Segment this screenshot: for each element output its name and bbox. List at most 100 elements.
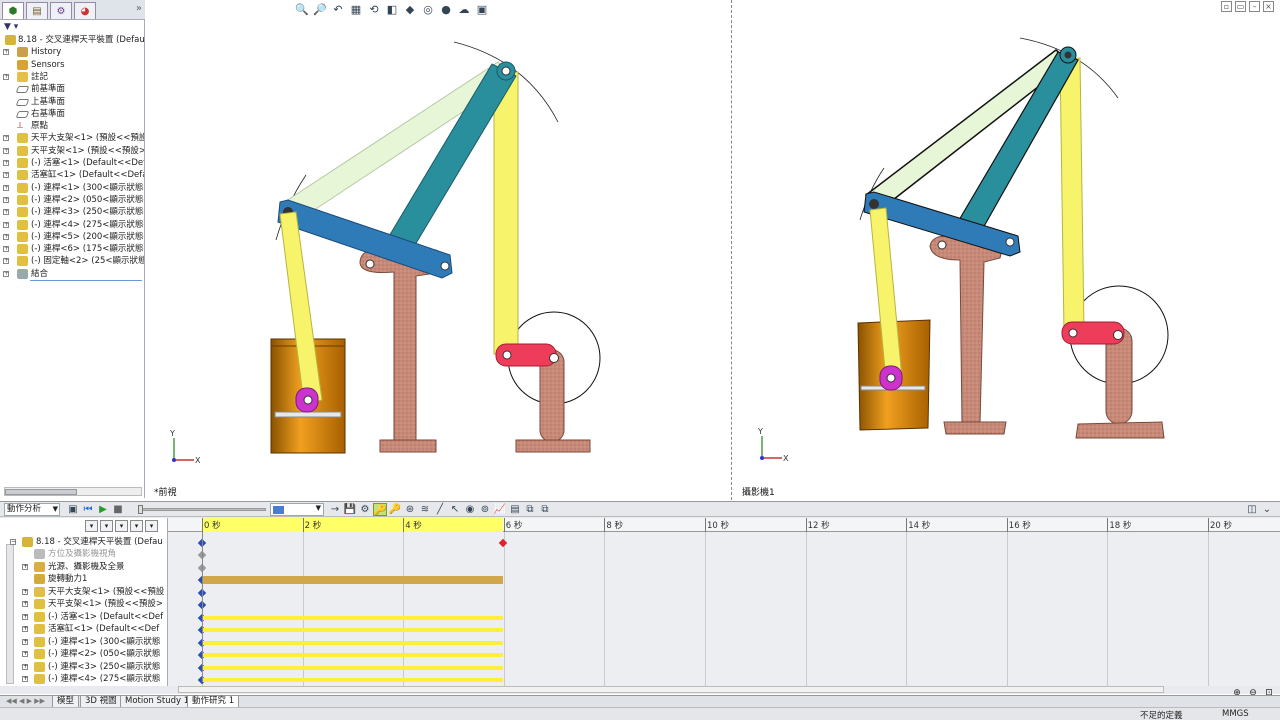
expand-icon[interactable]: + [22,613,28,620]
expand-icon[interactable]: + [22,675,28,682]
expand-icon[interactable]: + [22,663,28,670]
study-properties-icon[interactable]: ▤ [508,503,522,516]
expand-icon[interactable]: + [22,626,28,633]
motion-tree-item[interactable]: 旋轉動力1 [0,573,167,585]
apply-scene-icon[interactable]: ☁ [456,2,472,18]
motion-tree-item[interactable]: 方位及攝影機視角 [0,548,167,560]
first-tab-icon[interactable]: ◀◀ ◀ ▶ ▶▶ [6,697,45,705]
expand-icon[interactable]: + [3,270,9,277]
study-type-select[interactable]: 動作分析 ▼ [4,503,60,516]
save-animation-icon[interactable]: 💾 [343,503,357,516]
feature-tree-item[interactable]: + (-) 連桿<2> (050<顯示狀態-3 [0,194,144,206]
expand-icon[interactable]: + [3,246,9,253]
feature-tree-scrollbar[interactable] [4,487,142,496]
feature-tree-item[interactable]: Sensors [0,59,144,71]
feature-tree-item[interactable]: + (-) 活塞<1> (Default<<Defau [0,157,144,169]
feature-tree-item[interactable]: + 結合 [0,268,144,280]
playback-slider[interactable] [138,505,266,514]
contact-icon[interactable]: ◉ [463,503,477,516]
feature-tree-item[interactable]: 上基準面 [0,96,144,108]
motion-tree-item[interactable]: + (-) 連桿<2> (050<顯示狀態 [0,648,167,660]
motion-tree-item[interactable]: + (-) 連桿<3> (250<顯示狀態 [0,661,167,673]
play-icon[interactable]: ▶ [96,503,110,516]
component-timeline-bar[interactable] [202,653,503,658]
expand-icon[interactable]: + [3,49,9,56]
units-select[interactable]: MMGS [1222,709,1249,719]
feature-tree-item[interactable]: + 活塞缸<1> (Default<<Defau [0,169,144,181]
motion-tree-item[interactable]: + 天平大支架<1> (預設<<預設 [0,586,167,598]
component-timeline-bar[interactable] [202,677,503,682]
feature-tree-item[interactable]: + History [0,46,144,58]
expand-icon[interactable]: + [22,588,28,595]
feature-tree-item[interactable]: 前基準面 [0,83,144,95]
expand-icon[interactable]: + [3,160,9,166]
force-icon[interactable]: ↖ [448,503,462,516]
expand-icon[interactable]: + [3,184,9,191]
expand-icon[interactable]: + [3,135,9,142]
playback-mode-icon[interactable]: → [328,503,342,516]
filter-selected-icon[interactable]: ▾ [115,520,128,532]
motor-timeline-bar[interactable] [202,576,503,585]
feature-tree-item[interactable]: + 天平大支架<1> (預設<<預設 [0,132,144,144]
motion-tree-item[interactable]: + (-) 活塞<1> (Default<<Def [0,611,167,623]
motion-tree-item[interactable]: + (-) 連桿<4> (275<顯示狀態 [0,673,167,685]
feature-tree-item[interactable]: + 天平支架<1> (預設<<預設>_ [0,145,144,157]
expand-icon[interactable]: − [10,539,16,545]
feature-tree-item[interactable]: 8.18 - 交叉連桿天平裝置 (Default [0,34,144,46]
expand-panel-icon[interactable]: » [136,3,142,14]
autofit-icon[interactable]: ▾ [145,520,158,532]
expand-icon[interactable]: + [22,638,28,645]
motion-tree-item[interactable]: + (-) 連桿<1> (300<顯示狀態 [0,636,167,648]
filter-icon[interactable]: ▼ ▾ [4,22,18,32]
tile-icon[interactable]: ▭ [1235,1,1246,12]
timeline[interactable]: 0 秒2 秒4 秒6 秒8 秒 10 秒 12 秒 14 秒 16 秒 18 秒 20 秒 … [168,518,1280,698]
edit-appearance-icon[interactable]: ● [438,2,454,18]
restore-icon[interactable]: ▫ [1221,1,1232,12]
zoom-to-area-icon[interactable]: 🔎 [312,2,328,18]
section-view-icon[interactable]: ▦ [348,2,364,18]
viewport-front[interactable]: Y X 🔍 🔎 ↶ ▦ ⟲ ◧ ◆ ◎ ● ☁ ▣ *前視 [146,0,732,500]
add-key-icon[interactable]: 🔑 [388,503,402,516]
end-time-key[interactable] [498,538,508,548]
filter-results-icon[interactable]: ▾ [130,520,143,532]
animation-wizard-icon[interactable]: ⚙ [358,503,372,516]
collapse-icon[interactable]: ⧉ [523,503,537,516]
feature-tree-item[interactable]: + (-) 連桿<5> (200<顯示狀態-9 [0,231,144,243]
autokey-icon[interactable]: 🔑 [373,503,387,516]
expand-icon[interactable]: + [3,73,9,80]
expand-icon[interactable]: + [3,221,9,228]
zoom-to-fit-icon[interactable]: 🔍 [294,2,310,18]
damper-icon[interactable]: ╱ [433,503,447,516]
play-from-start-icon[interactable]: ⏮ [81,503,95,516]
motor-icon[interactable]: ⊛ [403,503,417,516]
display-style-icon[interactable]: ◆ [402,2,418,18]
split-view-icon[interactable]: ◫ [1245,503,1259,516]
copy-icon[interactable]: ⧉ [538,503,552,516]
stop-icon[interactable]: ■ [111,503,125,516]
minimize-icon[interactable]: – [1249,1,1260,12]
property-manager-tab[interactable]: ▤ [26,2,48,19]
view-settings-icon[interactable]: ▣ [474,2,490,18]
feature-tree-tab[interactable]: ⬢ [2,2,24,19]
scrollbar-thumb[interactable] [5,489,77,495]
motion-tree-item[interactable]: + 天平支架<1> (預設<<預設> [0,598,167,610]
feature-tree-item[interactable]: + (-) 連桿<6> (175<顯示狀態-8 [0,243,144,255]
view-orientation-icon[interactable]: ◧ [384,2,400,18]
expand-icon[interactable]: + [3,258,9,265]
expand-icon[interactable]: + [22,601,28,608]
time-bar[interactable] [202,532,203,682]
feature-tree-item[interactable]: + (-) 連桿<3> (250<顯示狀態-1 [0,206,144,218]
feature-tree-item[interactable]: ⟂ 原點 [0,120,144,132]
filter-driving-icon[interactable]: ▾ [100,520,113,532]
spring-icon[interactable]: ≋ [418,503,432,516]
timeline-scrollbar[interactable] [178,686,1164,693]
motion-tree-item[interactable]: + 活塞缸<1> (Default<<Def [0,623,167,635]
component-timeline-bar[interactable] [202,640,503,645]
calculate-icon[interactable]: ▣ [66,503,80,516]
motion-tree-item[interactable]: + 光源、攝影機及全景 [0,561,167,573]
component-timeline-bar[interactable] [202,665,503,670]
expand-icon[interactable]: + [3,147,9,154]
playback-speed-select[interactable]: ▼ [270,503,324,516]
feature-tree-item[interactable]: + (-) 固定軸<2> (25<顯示狀態- [0,255,144,267]
expand-icon[interactable]: + [22,563,28,570]
